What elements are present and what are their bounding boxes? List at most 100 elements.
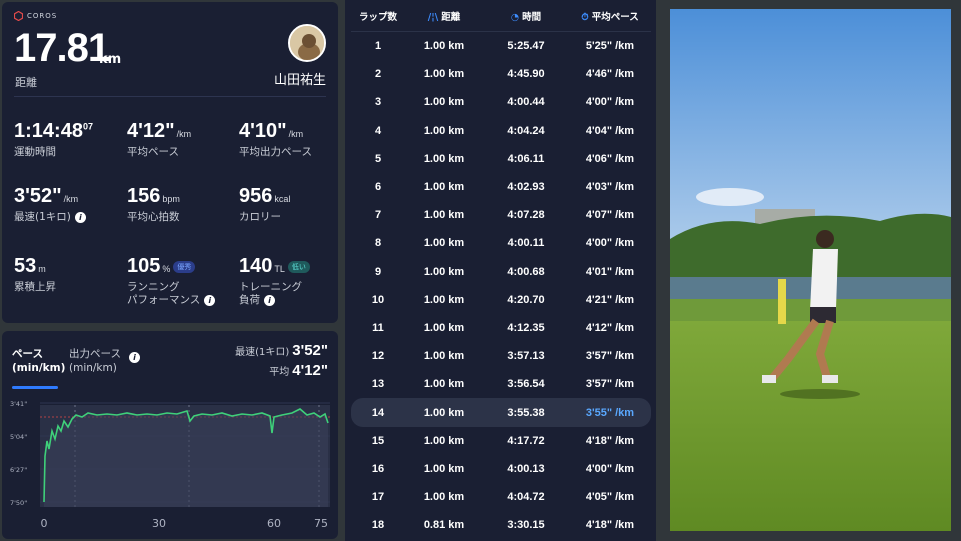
stat-item: 3'52"/km 最速(1キロ) i — [14, 185, 124, 224]
run-summary-panel: COROS 17.81 km 距離 山田祐生 1:14:4807 運動時間 4'12… — [2, 2, 338, 323]
x-tick-label: 0 — [41, 517, 48, 530]
stat-unit: /km — [288, 129, 304, 139]
lap-time: 4:07.28 — [507, 209, 545, 222]
laps-header: ラップ数 /¦\ 距離 ◔ 時間 ⏱ 平均ペース — [351, 0, 651, 32]
table-row[interactable]: 13 1.00 km 3:56.54 3'57" /km — [351, 370, 651, 398]
table-row[interactable]: 5 1.00 km 4:06.11 4'06" /km — [351, 145, 651, 173]
stat-badge: 優秀 — [173, 260, 196, 273]
lap-distance: 1.00 km — [423, 209, 465, 222]
lap-time: 4:00.13 — [507, 462, 545, 475]
stat-item: 4'10"/km 平均出力ペース — [239, 120, 338, 159]
stat-value-text: 956 — [239, 185, 273, 207]
stat-value-text: 140 — [239, 255, 273, 277]
table-row[interactable]: 6 1.00 km 4:02.93 4'03" /km — [351, 173, 651, 201]
stat-unit: /km — [176, 129, 192, 139]
lap-distance: 1.00 km — [423, 181, 465, 194]
table-row[interactable]: 17 1.00 km 4:04.72 4'05" /km — [351, 483, 651, 511]
y-tick-label: 7'50" — [10, 499, 27, 507]
lap-time: 4:02.93 — [507, 181, 545, 194]
stat-value-text: 53 — [14, 255, 37, 277]
lap-time: 5:25.47 — [507, 40, 545, 53]
lap-time: 3:56.54 — [507, 378, 545, 391]
info-icon[interactable]: i — [264, 294, 275, 306]
lap-time: 4:04.24 — [507, 124, 545, 137]
table-row[interactable]: 16 1.00 km 4:00.13 4'00" /km — [351, 455, 651, 483]
lap-pace: 3'57" /km — [585, 378, 635, 391]
table-row[interactable]: 1 1.00 km 5:25.47 5'25" /km — [351, 32, 651, 60]
header-time-label: 時間 — [522, 11, 542, 23]
lap-pace: 4'12" /km — [585, 321, 635, 334]
lap-pace: 4'00" /km — [585, 462, 635, 475]
lap-time: 4:04.72 — [507, 491, 545, 504]
stat-label: 最速(1キロ) i — [14, 211, 124, 224]
lap-pace: 4'18" /km — [585, 519, 635, 532]
lap-number: 12 — [371, 350, 385, 363]
divider — [14, 96, 326, 97]
lap-pace: 4'18" /km — [585, 434, 635, 447]
stat-label: カロリー — [239, 211, 338, 224]
y-tick-label: 6'27" — [10, 466, 27, 474]
stat-value-text: 4'10" — [239, 120, 287, 142]
stat-unit: /km — [63, 194, 79, 204]
stat-value-text: 105 — [127, 255, 161, 277]
lap-pace: 4'04" /km — [585, 124, 635, 137]
lap-number: 16 — [371, 462, 385, 475]
table-row[interactable]: 9 1.00 km 4:00.68 4'01" /km — [351, 258, 651, 286]
stat-value-text: 156 — [127, 185, 161, 207]
table-row[interactable]: 7 1.00 km 4:07.28 4'07" /km — [351, 201, 651, 229]
laps-table: ラップ数 /¦\ 距離 ◔ 時間 ⏱ 平均ペース 1 1.00 km 5:25.47 5'2… — [351, 0, 651, 539]
lap-number: 1 — [374, 40, 382, 53]
lap-distance: 1.00 km — [423, 378, 465, 391]
pace-chart: 3'41" 5'04" 6'27" 7'50" 0 30 60 75 — [10, 400, 330, 530]
lap-number: 8 — [374, 237, 382, 250]
table-row[interactable]: 10 1.00 km 4:20.70 4'21" /km — [351, 286, 651, 314]
table-row[interactable]: 4 1.00 km 4:04.24 4'04" /km — [351, 117, 651, 145]
header-distance: /¦\ 距離 — [405, 9, 483, 23]
info-icon[interactable]: i — [204, 294, 216, 306]
lap-distance: 1.00 km — [423, 237, 465, 250]
lap-pace: 4'07" /km — [585, 209, 635, 222]
lap-distance: 1.00 km — [423, 124, 465, 137]
lap-number: 4 — [374, 124, 382, 137]
app-root: COROS 17.81 km 距離 山田祐生 1:14:4807 運動時間 4'12… — [0, 0, 961, 541]
stat-value: 956 kcal — [239, 185, 338, 208]
lap-number: 17 — [371, 491, 385, 504]
table-row[interactable]: 15 1.00 km 4:17.72 4'18" /km — [351, 427, 651, 455]
lap-number: 2 — [374, 68, 382, 81]
stat-value: 53 m — [14, 255, 124, 278]
header-lap: ラップ数 — [358, 11, 397, 23]
lap-distance: 1.00 km — [423, 40, 465, 53]
lap-time: 4:20.70 — [507, 293, 545, 306]
x-tick-label: 30 — [152, 517, 166, 530]
table-row[interactable]: 14 1.00 km 3:55.38 3'55" /km — [351, 398, 651, 427]
stat-label: トレーニング 負荷 i — [239, 281, 338, 307]
stat-value: 156 bpm — [127, 185, 237, 208]
table-row[interactable]: 12 1.00 km 3:57.13 3'57" /km — [351, 342, 651, 370]
lap-distance: 1.00 km — [423, 462, 465, 475]
table-row[interactable]: 11 1.00 km 4:12.35 4'12" /km — [351, 314, 651, 342]
stat-item: 156 bpm 平均心拍数 — [127, 185, 237, 224]
laps-panel: ラップ数 /¦\ 距離 ◔ 時間 ⏱ 平均ペース 1 1.00 km 5:25.47 5'2… — [345, 0, 656, 541]
lap-time: 4:45.90 — [507, 68, 545, 81]
table-row[interactable]: 3 1.00 km 4:00.44 4'00" /km — [351, 88, 651, 116]
table-row[interactable]: 2 1.00 km 4:45.90 4'46" /km — [351, 60, 651, 88]
avatar[interactable] — [288, 24, 326, 62]
table-row[interactable]: 18 0.81 km 3:30.15 4'18" /km — [351, 511, 651, 539]
runner-photo — [670, 9, 951, 531]
brand-label: COROS — [27, 12, 58, 20]
lap-distance: 1.00 km — [423, 152, 465, 165]
header-time: ◔ 時間 — [483, 9, 569, 23]
lap-time: 4:06.11 — [507, 152, 545, 165]
lap-pace: 3'57" /km — [585, 350, 635, 363]
stat-value: 4'10"/km — [239, 120, 338, 143]
lap-number: 18 — [371, 519, 385, 532]
table-row[interactable]: 8 1.00 km 4:00.11 4'00" /km — [351, 229, 651, 257]
lap-number: 10 — [371, 293, 385, 306]
stat-value: 4'12"/km — [127, 120, 237, 143]
lap-distance: 1.00 km — [423, 96, 465, 109]
stat-unit: bpm — [162, 194, 180, 204]
info-icon[interactable]: i — [74, 211, 86, 223]
lap-number: 5 — [374, 152, 382, 165]
lap-time: 4:12.35 — [507, 321, 545, 334]
lap-pace: 4'05" /km — [585, 491, 635, 504]
